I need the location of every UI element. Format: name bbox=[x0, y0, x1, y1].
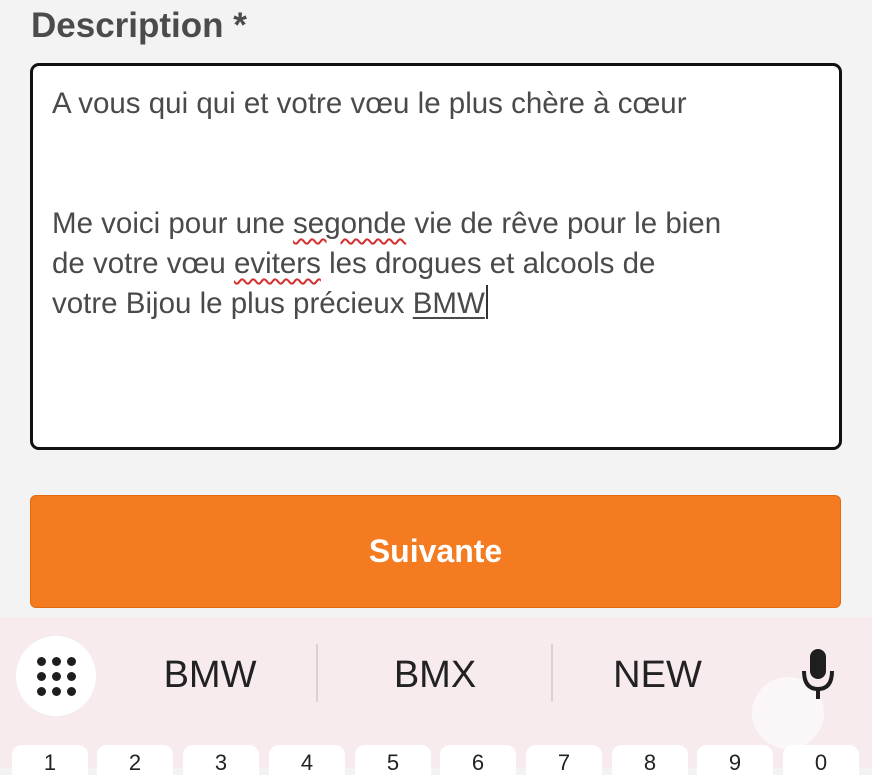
suggestion-1[interactable]: BMW bbox=[125, 650, 295, 700]
key-4[interactable]: 4 bbox=[269, 745, 345, 775]
description-line-4: votre Bijou le plus précieux BMW bbox=[52, 284, 488, 324]
description-label: Description * bbox=[31, 6, 247, 45]
text-segment: votre Bijou le plus précieux bbox=[52, 287, 413, 320]
description-line-1: A vous qui qui et votre vœu le plus chèr… bbox=[52, 87, 687, 120]
suggestion-divider bbox=[316, 644, 318, 702]
text-segment: les drogues et alcools de bbox=[320, 247, 656, 280]
key-1[interactable]: 1 bbox=[12, 745, 88, 775]
number-row: 1 2 3 4 5 6 7 8 9 0 bbox=[0, 745, 872, 775]
description-textarea[interactable]: A vous qui qui et votre vœu le plus chèr… bbox=[30, 63, 842, 450]
text-segment: de votre vœu bbox=[52, 247, 234, 280]
text-segment: vie de rêve pour le bien bbox=[406, 207, 722, 240]
suggestion-3[interactable]: NEW bbox=[575, 650, 740, 700]
key-0[interactable]: 0 bbox=[783, 745, 859, 775]
misspelled-word[interactable]: segonde bbox=[293, 207, 406, 240]
composing-word: BMW bbox=[412, 287, 485, 320]
key-8[interactable]: 8 bbox=[612, 745, 688, 775]
key-3[interactable]: 3 bbox=[183, 745, 259, 775]
description-line-3: de votre vœu eviters les drogues et alco… bbox=[52, 244, 655, 284]
key-6[interactable]: 6 bbox=[440, 745, 516, 775]
key-7[interactable]: 7 bbox=[526, 745, 602, 775]
grid-dots bbox=[37, 657, 77, 697]
key-2[interactable]: 2 bbox=[97, 745, 173, 775]
text-cursor bbox=[485, 285, 488, 319]
text-segment: Me voici pour une bbox=[52, 207, 294, 240]
soft-keyboard: BMW BMX NEW 1 2 3 4 5 6 7 8 9 0 bbox=[0, 617, 872, 775]
microphone-icon[interactable] bbox=[800, 647, 836, 703]
key-9[interactable]: 9 bbox=[697, 745, 773, 775]
grid-menu-icon[interactable] bbox=[16, 636, 96, 716]
suggestion-divider bbox=[551, 644, 553, 702]
misspelled-word[interactable]: eviters bbox=[234, 247, 321, 280]
suggestion-2[interactable]: BMX bbox=[350, 650, 520, 700]
next-button[interactable]: Suivante bbox=[30, 495, 841, 608]
key-5[interactable]: 5 bbox=[355, 745, 431, 775]
description-line-2: Me voici pour une segonde vie de rêve po… bbox=[52, 204, 721, 244]
